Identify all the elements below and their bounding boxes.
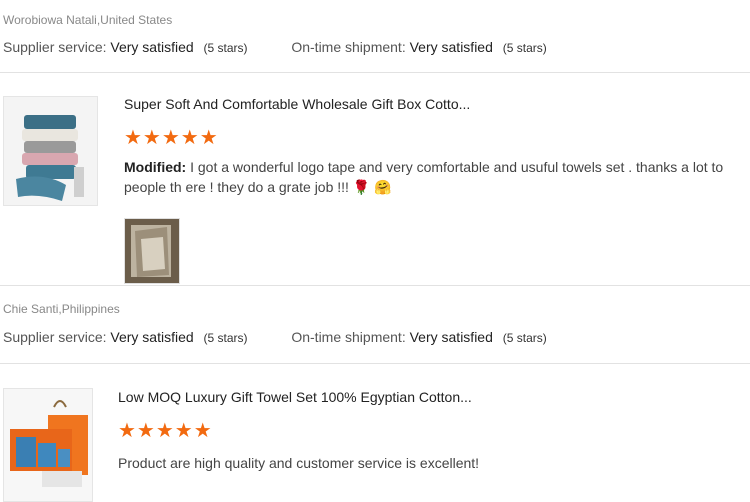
service-ratings: Supplier service: Very satisfied (5 star… (3, 39, 547, 55)
review-comment: Product are high quality and customer se… (118, 455, 480, 471)
reviewer-name: Worobiowa Natali,United States (3, 13, 173, 27)
shipment-value: Very satisfied (409, 39, 493, 55)
supplier-service-value: Very satisfied (110, 329, 194, 345)
product-thumbnail[interactable] (3, 388, 93, 502)
shipment-stars: (5 stars) (502, 41, 547, 55)
modified-label: Modified: (124, 159, 187, 175)
rating-stars: ★★★★★ (124, 127, 219, 149)
product-title-link[interactable]: Low MOQ Luxury Gift Towel Set 100% Egypt… (118, 389, 472, 405)
shipment-label: On-time shipment: (291, 329, 406, 345)
service-ratings: Supplier service: Very satisfied (5 star… (3, 329, 547, 345)
supplier-service-label: Supplier service: (3, 39, 107, 55)
towel-stack-image (4, 97, 97, 205)
divider (0, 363, 750, 364)
reviewer-name: Chie Santi,Philippines (3, 302, 120, 316)
divider (0, 72, 750, 73)
review-photo[interactable] (124, 218, 180, 284)
product-thumbnail[interactable] (3, 96, 98, 206)
shipment-stars: (5 stars) (502, 331, 547, 345)
divider (0, 285, 750, 286)
supplier-service-stars: (5 stars) (203, 331, 248, 345)
rating-stars: ★★★★★ (118, 420, 213, 442)
supplier-service-stars: (5 stars) (203, 41, 248, 55)
review-comment: Modified: I got a wonderful logo tape an… (124, 157, 744, 197)
emoji-icons: 🌹 🤗 (352, 179, 392, 195)
shipment-value: Very satisfied (409, 329, 493, 345)
review-photo-image (125, 219, 179, 283)
supplier-service-value: Very satisfied (110, 39, 194, 55)
gift-box-image (4, 389, 92, 501)
product-title-link[interactable]: Super Soft And Comfortable Wholesale Gif… (124, 96, 470, 112)
supplier-service-label: Supplier service: (3, 329, 107, 345)
review-text: I got a wonderful logo tape and very com… (124, 159, 724, 195)
shipment-label: On-time shipment: (291, 39, 406, 55)
